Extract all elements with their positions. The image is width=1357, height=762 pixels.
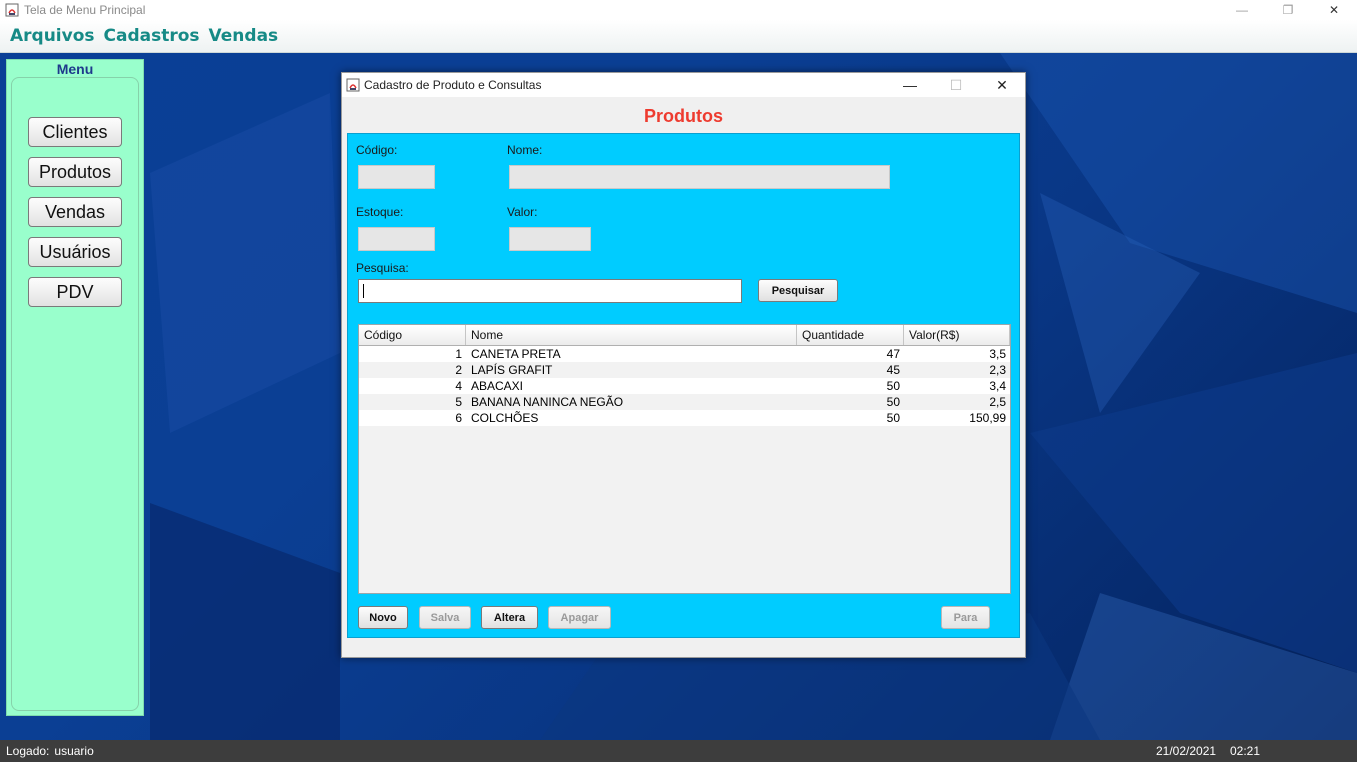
menu-arquivos[interactable]: Arquivos [10,26,95,46]
valor-field[interactable] [509,227,591,251]
estoque-field[interactable] [358,227,435,251]
cell-nome: CANETA PRETA [471,347,561,361]
estoque-label: Estoque: [356,205,404,219]
maximize-button[interactable]: ☐ [933,73,979,97]
minimize-button[interactable]: — [1219,0,1265,20]
cell-quantidade: 50 [886,395,900,409]
cell-valor: 2,5 [989,395,1006,409]
codigo-field[interactable] [358,165,435,189]
nome-field[interactable] [509,165,890,189]
cell-nome: LAPÍS GRAFIT [471,363,553,377]
cell-codigo: 4 [455,379,462,393]
altera-button[interactable]: Altera [481,606,538,629]
nome-label: Nome: [507,143,543,157]
produtos-button[interactable]: Produtos [28,157,122,187]
cell-codigo: 2 [455,363,462,377]
close-button[interactable]: ✕ [979,73,1025,97]
table-row[interactable]: 5 BANANA NANINCA NEGÃO 50 2,5 [359,394,1010,410]
para-button[interactable]: Para [941,606,990,629]
cell-valor: 150,99 [969,411,1006,425]
column-header-codigo[interactable]: Código [359,325,466,345]
cell-valor: 3,4 [989,379,1006,393]
cell-nome: BANANA NANINCA NEGÃO [471,395,624,409]
cell-quantidade: 45 [886,363,900,377]
cell-quantidade: 50 [886,379,900,393]
status-bar: Logado: usuario 21/02/2021 02:21 [0,740,1357,762]
menu-cadastros[interactable]: Cadastros [104,26,200,46]
codigo-label: Código: [356,143,398,157]
logged-label: Logado: [6,744,50,758]
app-titlebar: Tela de Menu Principal — ❐ ✕ [0,0,1357,20]
logged-user: usuario [54,744,94,758]
cell-valor: 2,3 [989,363,1006,377]
table-row[interactable]: 6 COLCHÕES 50 150,99 [359,410,1010,426]
restore-button[interactable]: ❐ [1265,0,1311,20]
table-row[interactable]: 2 LAPÍS GRAFIT 45 2,3 [359,362,1010,378]
text-caret [363,284,364,298]
usuarios-button[interactable]: Usuários [28,237,122,267]
app-title: Tela de Menu Principal [24,3,146,17]
cell-quantidade: 50 [886,411,900,425]
cell-codigo: 5 [455,395,462,409]
clientes-button[interactable]: Clientes [28,117,122,147]
column-header-quantidade[interactable]: Quantidade [797,325,904,345]
vendas-button[interactable]: Vendas [28,197,122,227]
product-form-panel: Código: Nome: Estoque: Valor: Pesquisa: … [347,133,1020,638]
minimize-button[interactable]: — [887,73,933,97]
cell-nome: ABACAXI [471,379,524,393]
cell-valor: 3,5 [989,347,1006,361]
product-window-title: Cadastro de Produto e Consultas [364,78,542,92]
table-row[interactable]: 1 CANETA PRETA 47 3,5 [359,346,1010,362]
java-icon [346,78,360,92]
menu-bar: Arquivos Cadastros Vendas [0,20,1357,53]
pesquisar-button[interactable]: Pesquisar [758,279,838,302]
products-table: Código Nome Quantidade Valor(R$) 1 CANET… [358,324,1011,594]
novo-button[interactable]: Novo [358,606,408,629]
cell-codigo: 1 [455,347,462,361]
column-header-valor[interactable]: Valor(R$) [904,325,1010,345]
cell-quantidade: 47 [886,347,900,361]
menu-vendas[interactable]: Vendas [209,26,279,46]
column-header-nome[interactable]: Nome [466,325,797,345]
close-button[interactable]: ✕ [1311,0,1357,20]
status-date: 21/02/2021 [1156,744,1217,758]
table-header: Código Nome Quantidade Valor(R$) [359,325,1010,346]
search-input[interactable] [358,279,742,303]
product-window: Cadastro de Produto e Consultas — ☐ ✕ Pr… [341,72,1026,658]
valor-label: Valor: [507,205,538,219]
page-title: Produtos [644,106,723,126]
salva-button[interactable]: Salva [419,606,471,629]
menu-panel-title: Menu [56,61,94,77]
apagar-button[interactable]: Apagar [548,606,611,629]
product-window-titlebar[interactable]: Cadastro de Produto e Consultas — ☐ ✕ [342,73,1025,97]
cell-nome: COLCHÕES [471,411,539,425]
cell-codigo: 6 [455,411,462,425]
menu-panel: Menu Clientes Produtos Vendas Usuários P… [6,59,144,716]
table-row[interactable]: 4 ABACAXI 50 3,4 [359,378,1010,394]
status-time: 02:21 [1230,744,1261,758]
java-icon [4,2,20,18]
pdv-button[interactable]: PDV [28,277,122,307]
pesquisa-label: Pesquisa: [356,261,409,275]
